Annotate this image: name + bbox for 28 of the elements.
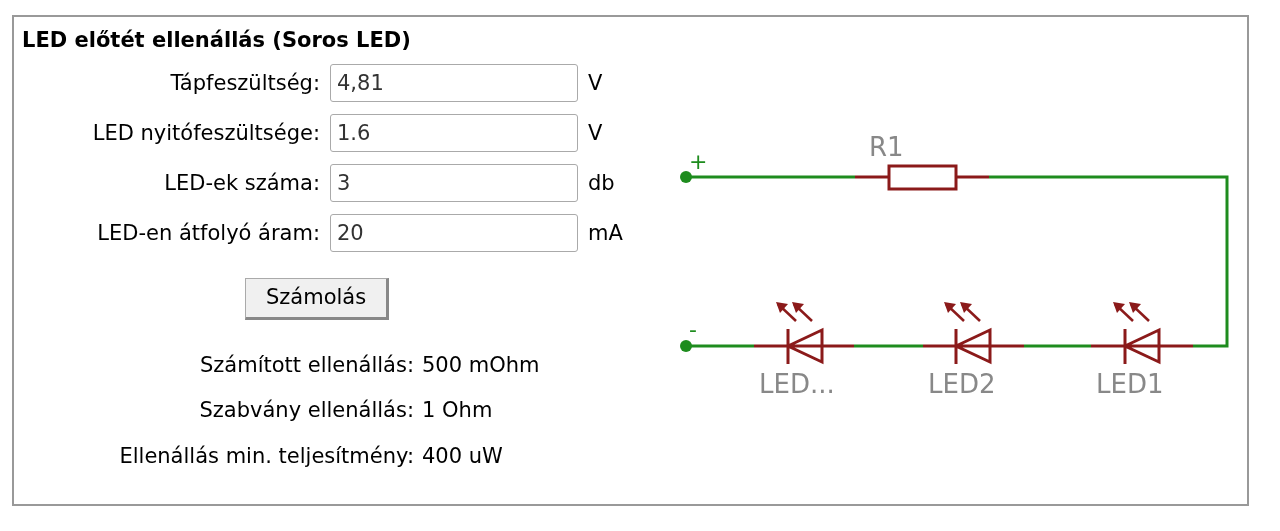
result-value: 400 uW — [422, 442, 504, 470]
input-field[interactable]: 1.6 — [330, 114, 578, 153]
component-label: LED1 — [1096, 369, 1164, 399]
input-field[interactable]: 3 — [330, 164, 578, 203]
terminal-dot — [680, 171, 692, 183]
result-value: 500 mOhm — [422, 351, 541, 379]
field-label: LED-en átfolyó áram: — [96, 219, 320, 247]
result-label: Szabvány ellenállás: — [198, 397, 414, 425]
panel-title: LED előtét ellenállás (Soros LED) — [22, 27, 412, 54]
unit-label: db — [588, 169, 616, 197]
component-label: LED2 — [928, 369, 996, 399]
component-label: LED... — [759, 369, 835, 399]
polarity-label: - — [689, 317, 697, 342]
terminal-dot — [680, 340, 692, 352]
polarity-label: + — [689, 149, 708, 174]
input-field[interactable]: 20 — [330, 214, 578, 253]
field-label: LED-ek száma: — [163, 169, 320, 197]
result-value: 1 Ohm — [422, 397, 494, 425]
unit-label: mA — [588, 219, 624, 247]
unit-label: V — [588, 69, 604, 97]
result-label: Ellenállás min. teljesítmény: — [118, 442, 414, 470]
field-label: Tápfeszültség: — [169, 69, 320, 97]
field-label: LED nyitófeszültsége: — [91, 119, 320, 147]
component-label: R1 — [869, 132, 904, 162]
calculate-button[interactable]: Számolás — [245, 278, 390, 320]
unit-label: V — [588, 119, 604, 147]
input-field[interactable]: 4,81 — [330, 64, 578, 103]
result-label: Számított ellenállás: — [199, 351, 414, 379]
